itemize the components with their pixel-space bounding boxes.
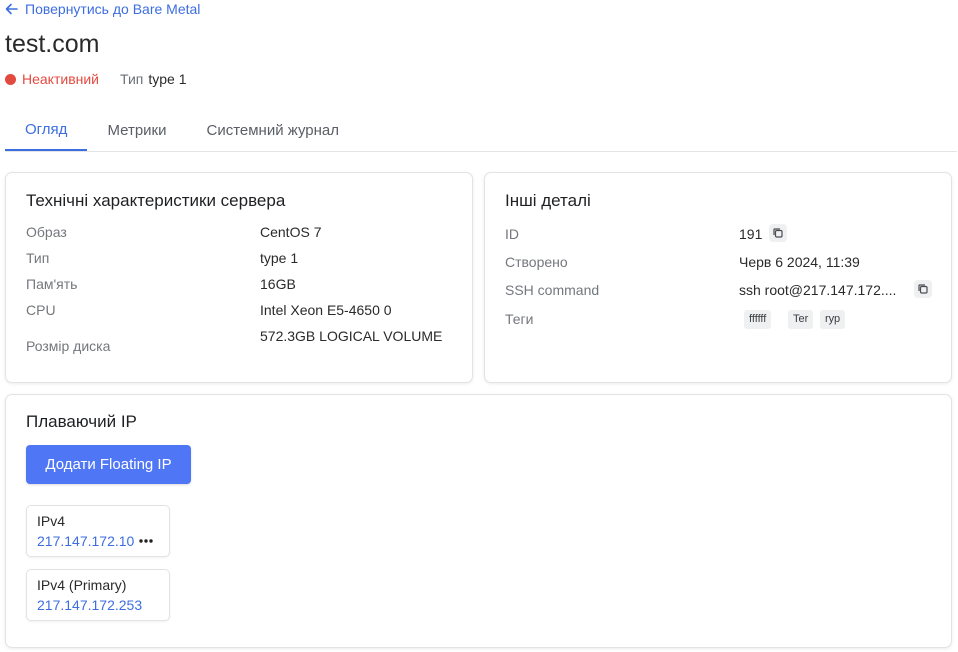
tabs: Огляд Метрики Системний журнал — [5, 110, 957, 152]
spec-label-type: Тип — [26, 250, 50, 266]
back-link[interactable]: Повернутись до Bare Metal — [5, 1, 200, 17]
page-title: test.com — [5, 30, 100, 58]
ip-label: IPv4 — [37, 513, 66, 529]
ip-address-link[interactable]: 217.147.172.253 — [37, 597, 142, 613]
copy-id-button[interactable] — [769, 224, 787, 242]
more-options-icon[interactable] — [138, 534, 154, 553]
spec-label-cpu: CPU — [26, 302, 56, 318]
tag-item[interactable]: ffffff — [744, 310, 772, 329]
back-link-label: Повернутись до Bare Metal — [25, 1, 201, 17]
spec-label-memory: Пам'ять — [26, 276, 78, 292]
status-dot-icon — [5, 73, 16, 85]
spec-label-image: Образ — [26, 224, 67, 240]
detail-label-created: Створено — [505, 254, 568, 270]
detail-label-tags: Теги — [505, 311, 534, 327]
floating-ip-title: Плаваючий IP — [26, 412, 137, 431]
detail-value-id: 191 — [739, 226, 763, 242]
tab-system-log[interactable]: Системний журнал — [206, 110, 339, 150]
spec-value-cpu: Intel Xeon E5-4650 0 — [260, 302, 392, 318]
floating-ip-card: Плаваючий IP Додати Floating IP IPv4 217… — [5, 394, 952, 648]
type-label: Тип — [120, 71, 144, 87]
copy-icon — [918, 284, 928, 294]
spec-value-image: CentOS 7 — [260, 224, 322, 240]
arrow-left-icon — [5, 3, 18, 15]
status-badge: Неактивний — [22, 71, 100, 87]
detail-value-ssh: ssh root@217.147.172.... — [739, 282, 897, 298]
server-specs-card: Технічні характеристики сервера Образ Ce… — [5, 172, 473, 383]
detail-value-created: Черв 6 2024, 11:39 — [739, 254, 860, 270]
server-specs-title: Технічні характеристики сервера — [26, 191, 286, 210]
status-row: Неактивний Тип type 1 — [5, 71, 187, 87]
spec-label-disk: Розмір диска — [26, 338, 111, 354]
ip-address-link[interactable]: 217.147.172.10 — [37, 533, 134, 549]
detail-label-id: ID — [505, 226, 519, 242]
copy-icon — [773, 228, 783, 238]
type-value: type 1 — [148, 71, 187, 87]
copy-ssh-button[interactable] — [914, 280, 932, 298]
ip-label: IPv4 (Primary) — [37, 577, 127, 593]
tag-item[interactable]: rур — [820, 310, 846, 329]
ip-item: IPv4 (Primary) 217.147.172.253 — [26, 569, 170, 621]
spec-value-memory: 16GB — [260, 276, 296, 292]
other-details-card: Інші деталі ID 191 Створено Черв 6 2024,… — [484, 172, 952, 383]
spec-value-type: type 1 — [260, 250, 299, 266]
ip-item: IPv4 217.147.172.10 — [26, 505, 170, 557]
spec-value-disk: 572.3GB LOGICAL VOLUME — [260, 328, 443, 344]
tab-metrics[interactable]: Метрики — [107, 110, 166, 150]
add-floating-ip-button[interactable]: Додати Floating IP — [26, 445, 191, 484]
other-details-title: Інші деталі — [505, 191, 591, 210]
tab-overview[interactable]: Огляд — [5, 110, 88, 151]
detail-label-ssh: SSH command — [505, 282, 600, 298]
tag-item[interactable]: Ter — [788, 310, 814, 329]
